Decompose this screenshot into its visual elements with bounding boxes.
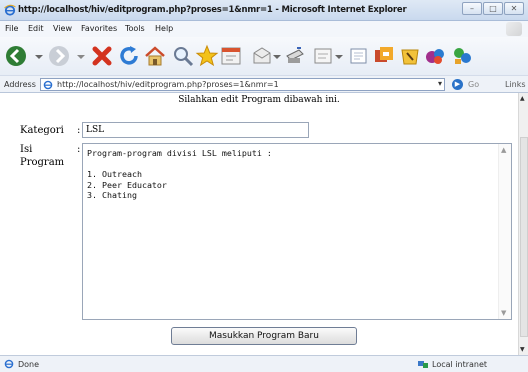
close-button[interactable]: ✕	[504, 2, 524, 15]
kategori-input[interactable]: LSL	[82, 122, 309, 138]
edit-dropdown-icon[interactable]	[333, 44, 345, 68]
mail-dropdown-icon[interactable]	[271, 44, 283, 68]
menu-view[interactable]: View	[53, 24, 72, 33]
window-controls: – □ ✕	[462, 2, 524, 15]
local-intranet-icon	[418, 361, 428, 368]
msn-icon[interactable]	[450, 44, 474, 68]
go-arrow-icon: ▶	[452, 79, 463, 90]
kategori-label: Kategori	[20, 125, 64, 136]
menu-favorites[interactable]: Favorites	[81, 24, 117, 33]
window-title: http://localhost/hiv/editprogram.php?pro…	[18, 5, 407, 15]
favorites-icon[interactable]	[195, 44, 219, 68]
textarea-scrollbar[interactable]: ▲ ▼	[498, 144, 511, 319]
program-label: Program	[20, 157, 65, 168]
go-button[interactable]: ▶ Go	[452, 79, 479, 90]
search-icon[interactable]	[171, 44, 195, 68]
page-done-icon	[4, 359, 14, 369]
isi-colon: :	[77, 144, 81, 155]
page-scroll-down-icon[interactable]: ▼	[520, 346, 525, 353]
status-text: Done	[18, 360, 40, 369]
page-content: Silahkan edit Program dibawah ini. Kateg…	[0, 93, 518, 355]
page-scroll-up-icon[interactable]: ▲	[520, 95, 525, 102]
home-icon[interactable]	[143, 44, 167, 68]
isi-label: Isi	[20, 144, 33, 155]
kategori-colon: :	[77, 125, 81, 136]
page-heading: Silahkan edit Program dibawah ini.	[178, 95, 340, 105]
refresh-icon[interactable]	[117, 44, 141, 68]
edit-icon[interactable]	[311, 44, 335, 68]
page-scroll-thumb[interactable]	[520, 137, 528, 337]
address-url: http://localhost/hiv/editprogram.php?pro…	[57, 80, 279, 89]
page-icon	[43, 80, 53, 90]
program-textarea[interactable]: Program-program divisi LSL meliputi : 1.…	[82, 143, 512, 320]
scroll-down-icon[interactable]: ▼	[501, 309, 506, 317]
forward-icon[interactable]	[47, 44, 71, 68]
minimize-button[interactable]: –	[462, 2, 482, 15]
security-zone: Local intranet	[432, 360, 488, 369]
links-button[interactable]: Links	[505, 80, 526, 89]
address-label: Address	[4, 80, 36, 89]
status-bar: Done Local intranet	[0, 355, 528, 372]
research-icon[interactable]	[398, 44, 422, 68]
toolbar	[0, 37, 528, 75]
submit-new-program-button[interactable]: Masukkan Program Baru	[171, 327, 357, 345]
discuss-icon[interactable]	[347, 44, 371, 68]
print-icon[interactable]	[283, 44, 307, 68]
media-icon[interactable]	[423, 44, 447, 68]
menu-help[interactable]: Help	[155, 24, 173, 33]
windows-flag-icon	[506, 22, 522, 36]
page-scrollbar[interactable]: ▲ ▼	[518, 93, 528, 355]
maximize-button[interactable]: □	[483, 2, 503, 15]
back-icon[interactable]	[4, 44, 28, 68]
history-icon[interactable]	[219, 44, 243, 68]
menu-file[interactable]: File	[5, 24, 18, 33]
title-bar: http://localhost/hiv/editprogram.php?pro…	[0, 0, 528, 21]
address-input[interactable]: http://localhost/hiv/editprogram.php?pro…	[40, 78, 445, 91]
address-bar: Address http://localhost/hiv/editprogram…	[0, 75, 528, 93]
scroll-up-icon[interactable]: ▲	[501, 146, 506, 154]
menu-tools[interactable]: Tools	[125, 24, 145, 33]
internet-explorer-icon	[4, 4, 16, 16]
go-label: Go	[468, 80, 480, 89]
back-dropdown-icon[interactable]	[31, 44, 47, 68]
stop-icon[interactable]	[90, 44, 114, 68]
program-text: Program-program divisi LSL meliputi : 1.…	[87, 148, 272, 200]
address-dropdown-icon[interactable]: ▾	[438, 79, 442, 88]
menu-bar: File Edit View Favorites Tools Help	[0, 21, 528, 37]
forward-dropdown-icon[interactable]	[74, 44, 88, 68]
messenger-icon[interactable]	[372, 44, 396, 68]
menu-edit[interactable]: Edit	[28, 24, 44, 33]
